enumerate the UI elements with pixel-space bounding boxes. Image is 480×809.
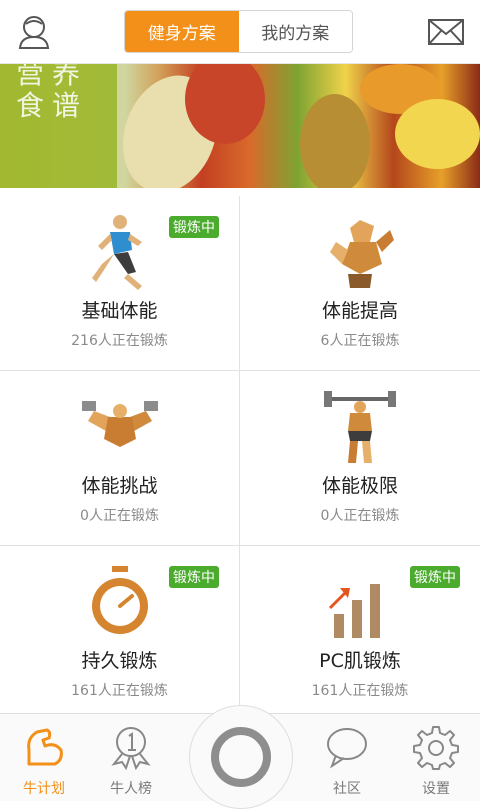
tab-label: 牛人榜 (110, 781, 152, 797)
gear-icon (413, 724, 459, 770)
top-bar: 健身方案 我的方案 (0, 0, 480, 64)
plan-name: 体能极限 (321, 475, 398, 497)
plan-count: 161人正在锻炼 (71, 683, 168, 699)
stopwatch-icon (80, 562, 160, 642)
plan-count: 0人正在锻炼 (320, 508, 400, 524)
profile-icon[interactable] (12, 10, 56, 54)
plan-card-pc-muscle[interactable]: 锻炼中 PC肌锻炼 161人正在锻炼 (240, 546, 480, 721)
banner-nutrition-recipes[interactable]: 营养食谱 (0, 64, 480, 188)
plan-card-endurance[interactable]: 锻炼中 持久锻炼 161人正在锻炼 (0, 546, 240, 721)
barbell-lift-icon (320, 387, 400, 467)
plan-name: 体能提高 (321, 300, 398, 322)
plan-card-improve[interactable]: 体能提高 6人正在锻炼 (240, 196, 480, 371)
status-badge: 锻炼中 (169, 566, 219, 588)
plan-name: 基础体能 (81, 300, 158, 322)
tab-label: 设置 (422, 781, 450, 797)
tab-settings[interactable]: 设置 (396, 714, 476, 801)
tab-community[interactable]: 社区 (307, 714, 387, 801)
tab-label: 社区 (333, 781, 361, 797)
plan-count: 216人正在锻炼 (71, 333, 168, 349)
flexing-muscleman-icon (320, 212, 400, 292)
plan-name: 持久锻炼 (81, 650, 158, 672)
plan-grid: 锻炼中 基础体能 216人正在锻炼 体能提高 6人正在锻炼 体能挑战 0人正在锻… (0, 196, 480, 721)
tab-label: 牛计划 (23, 781, 65, 797)
tab-fitness-plan[interactable]: 健身方案 (125, 11, 239, 52)
chat-bubble-icon (324, 724, 370, 770)
status-badge: 锻炼中 (410, 566, 460, 588)
mail-icon[interactable] (424, 10, 468, 54)
bicep-icon (21, 724, 67, 770)
banner-title: 营养食谱 (16, 64, 89, 122)
plan-count: 6人正在锻炼 (320, 333, 400, 349)
runner-icon (80, 212, 160, 292)
status-badge: 锻炼中 (169, 216, 219, 238)
plan-card-basic[interactable]: 锻炼中 基础体能 216人正在锻炼 (0, 196, 240, 371)
ring-icon (211, 727, 271, 787)
plan-segmented-control: 健身方案 我的方案 (124, 10, 353, 53)
plan-count: 161人正在锻炼 (311, 683, 409, 699)
plan-name: 体能挑战 (81, 475, 158, 497)
tab-my-plan[interactable]: 我的方案 (238, 11, 352, 52)
dumbbell-curl-icon (80, 387, 160, 467)
tab-niu-plan[interactable]: 牛计划 (4, 714, 84, 801)
growth-bars-icon (320, 562, 400, 642)
medal-icon (108, 724, 154, 771)
plan-name: PC肌锻炼 (319, 650, 401, 672)
plan-card-extreme[interactable]: 体能极限 0人正在锻炼 (240, 371, 480, 546)
tab-niu-ranking[interactable]: 牛人榜 (91, 714, 171, 801)
start-workout-button[interactable] (189, 705, 293, 809)
plan-card-challenge[interactable]: 体能挑战 0人正在锻炼 (0, 371, 240, 546)
plan-count: 0人正在锻炼 (80, 508, 159, 524)
